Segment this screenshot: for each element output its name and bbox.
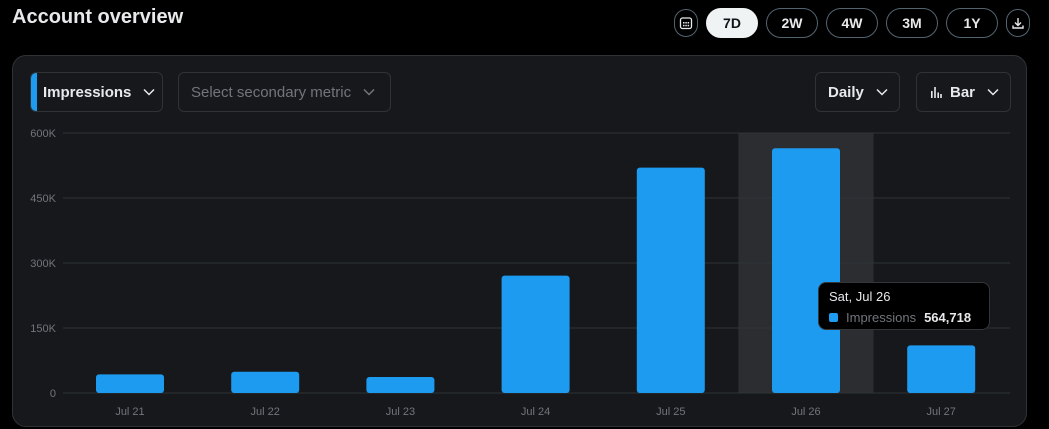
bar-jul-23 (366, 376, 435, 393)
bar-jul-21 (96, 374, 164, 393)
x-tick-label: Jul 27 (927, 406, 956, 418)
x-tick-label: Jul 26 (791, 406, 820, 418)
chart-tooltip: Sat, Jul 26 Impressions 564,718 (818, 282, 990, 330)
y-tick-label: 450K (30, 193, 56, 205)
bar-jul-24 (501, 275, 570, 393)
range-4w-button[interactable]: 4W (826, 8, 878, 38)
y-tick-label: 150K (30, 323, 56, 335)
range-7d-button[interactable]: 7D (706, 8, 758, 38)
download-button[interactable] (1006, 9, 1030, 37)
x-tick-label: Jul 22 (251, 406, 280, 418)
tooltip-date: Sat, Jul 26 (829, 289, 891, 304)
range-3m-button[interactable]: 3M (886, 8, 938, 38)
x-tick-label: Jul 25 (656, 406, 685, 418)
bar-jul-26 (772, 148, 840, 393)
tooltip-series-swatch (829, 313, 838, 322)
tooltip-series-name: Impressions (846, 310, 917, 325)
bar-jul-27 (907, 345, 976, 393)
bar-jul-25 (636, 167, 705, 393)
chart-panel: Impressions Select secondary metric Dail… (12, 55, 1027, 427)
y-tick-label: 0 (50, 388, 56, 400)
y-tick-label: 300K (30, 258, 56, 270)
calendar-icon (679, 17, 693, 30)
x-tick-label: Jul 24 (521, 406, 550, 418)
x-tick-label: Jul 23 (386, 406, 415, 418)
impressions-bar-chart: 0 150K 300K 450K 600K Jul 21 Jul 22 Jul 23 Jul 2… (30, 128, 1010, 418)
bar-jul-22 (231, 371, 300, 393)
tooltip-value: 564,718 (924, 310, 972, 325)
range-1y-button[interactable]: 1Y (946, 8, 998, 38)
page-title: Account overview (12, 6, 184, 28)
download-icon (1012, 18, 1024, 29)
x-tick-label: Jul 21 (115, 406, 144, 418)
calendar-button[interactable] (674, 9, 698, 37)
range-2w-button[interactable]: 2W (766, 8, 818, 38)
date-range-bar: 7D 2W 4W 3M 1Y (674, 8, 1030, 38)
y-tick-label: 600K (30, 128, 56, 140)
